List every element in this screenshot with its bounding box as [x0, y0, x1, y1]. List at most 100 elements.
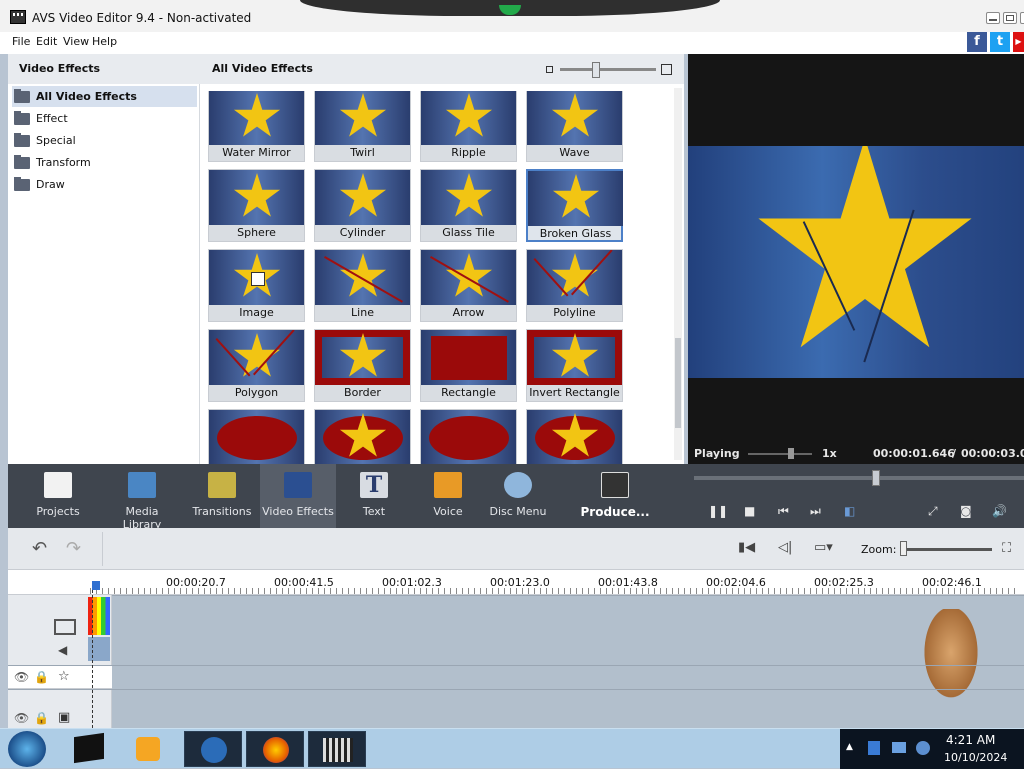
effect-tile-arrow[interactable]: Arrow: [420, 249, 517, 322]
effect-tile-line[interactable]: Line: [314, 249, 411, 322]
effect-tile-ripple[interactable]: Ripple: [420, 91, 517, 162]
effect-tile-polyline[interactable]: Polyline: [526, 249, 623, 322]
menu-help[interactable]: Help: [92, 35, 117, 48]
lock-icon[interactable]: 🔒: [34, 711, 49, 725]
network-icon[interactable]: [892, 742, 906, 753]
effect-tile-twirl[interactable]: Twirl: [314, 91, 411, 162]
tray-expand-icon[interactable]: ▲: [846, 742, 853, 752]
visibility-eye-icon[interactable]: 👁: [14, 670, 29, 684]
effect-tile-image[interactable]: Image: [208, 249, 305, 322]
effect-tile-partial-19[interactable]: [526, 409, 623, 464]
volume-tray-icon[interactable]: [916, 741, 930, 755]
previous-frame-icon[interactable]: ⏮: [778, 504, 789, 519]
effect-tile-polygon[interactable]: Polygon: [208, 329, 305, 402]
projects-button[interactable]: Projects: [30, 464, 86, 528]
youtube-icon[interactable]: ▶: [1013, 32, 1024, 52]
visibility-eye-icon[interactable]: 👁: [14, 711, 29, 725]
close-button[interactable]: [1020, 12, 1024, 24]
category-draw[interactable]: Draw: [12, 174, 197, 195]
playhead-marker[interactable]: [92, 581, 100, 590]
divider: [102, 532, 103, 566]
main-toolbar: Projects Media Library Transitions Video…: [8, 464, 1024, 531]
effect-thumbnail: [527, 410, 622, 464]
effect-tile-glass-tile[interactable]: Glass Tile: [420, 169, 517, 242]
disc-menu-button[interactable]: Disc Menu: [488, 464, 548, 528]
menu-edit[interactable]: Edit: [36, 35, 57, 48]
taskbar-app-icon[interactable]: [74, 732, 104, 764]
effect-tile-partial-18[interactable]: [420, 409, 517, 464]
seek-handle[interactable]: [872, 470, 880, 486]
effect-label: Water Mirror: [222, 146, 291, 159]
minimize-button[interactable]: [986, 12, 1000, 24]
preview-seek-bar[interactable]: [694, 470, 1024, 486]
large-thumbnail-icon[interactable]: [661, 64, 672, 75]
stop-icon[interactable]: ■: [744, 504, 755, 518]
zoom-slider-handle[interactable]: [900, 541, 907, 556]
effect-tile-border[interactable]: Border: [314, 329, 411, 402]
lock-icon[interactable]: 🔒: [34, 670, 49, 684]
storyboard-icon[interactable]: ▮◀: [738, 540, 755, 555]
taskbar-avs-video-editor[interactable]: [308, 731, 366, 767]
clock-time: 4:21 AM: [946, 733, 996, 747]
effect-label: Invert Rectangle: [529, 386, 620, 399]
redo-icon[interactable]: ↷: [66, 538, 81, 559]
effect-tile-water-mirror[interactable]: Water Mirror: [208, 91, 305, 162]
effect-thumbnail: [209, 330, 304, 385]
star-graphic: [233, 333, 281, 377]
effects-scrollbar[interactable]: [674, 88, 682, 460]
effects-category-panel: Video Effects All Video Effects Effect S…: [8, 54, 200, 464]
category-special[interactable]: Special: [12, 130, 197, 151]
effect-tile-partial-17[interactable]: [314, 409, 411, 464]
small-thumbnail-icon[interactable]: [546, 66, 553, 73]
fit-to-window-icon[interactable]: ⛶: [1002, 541, 1011, 556]
maximize-button[interactable]: [1003, 12, 1017, 24]
effect-tile-cylinder[interactable]: Cylinder: [314, 169, 411, 242]
effect-tile-invert-rectangle[interactable]: Invert Rectangle: [526, 329, 623, 402]
category-effect[interactable]: Effect: [12, 108, 197, 129]
effect-tile-broken-glass[interactable]: Broken Glass: [526, 169, 623, 242]
zoom-slider[interactable]: [900, 548, 992, 551]
category-transform[interactable]: Transform: [12, 152, 197, 173]
undo-icon[interactable]: ↶: [32, 538, 47, 559]
timeline-tracks[interactable]: [88, 595, 1024, 728]
speed-slider-handle[interactable]: [788, 448, 794, 459]
thumbnail-size-slider[interactable]: [560, 68, 656, 71]
thumbnail-size-slider-handle[interactable]: [592, 62, 600, 78]
taskbar-firefox[interactable]: [246, 731, 304, 767]
effect-label: Sphere: [237, 226, 276, 239]
volume-icon[interactable]: 🔊: [992, 504, 1007, 518]
facebook-icon[interactable]: f: [967, 32, 987, 52]
category-all-video-effects[interactable]: All Video Effects: [12, 86, 197, 107]
next-frame-icon[interactable]: ⏭: [810, 504, 821, 519]
taskbar-browser-globe[interactable]: [184, 731, 242, 767]
video-effects-button[interactable]: Video Effects: [260, 464, 336, 528]
media-player-icon[interactable]: [136, 737, 160, 761]
voice-button[interactable]: Voice: [422, 464, 474, 528]
twitter-icon[interactable]: t: [990, 32, 1010, 52]
snapshot-icon[interactable]: ◙: [960, 504, 972, 518]
monitor-icon[interactable]: ▭▾: [814, 540, 833, 555]
tray-app-icon[interactable]: [868, 741, 880, 755]
scrollbar-thumb[interactable]: [675, 338, 681, 428]
effect-tile-wave[interactable]: Wave: [526, 91, 623, 162]
effect-tile-rectangle[interactable]: Rectangle: [420, 329, 517, 402]
produce-button[interactable]: Produce...: [580, 464, 650, 528]
overlay-track-icon: ▣: [58, 710, 71, 725]
zoom-label: Zoom:: [861, 543, 897, 556]
fullscreen-icon[interactable]: ⤢: [928, 504, 938, 519]
start-button[interactable]: [8, 731, 46, 767]
effect-tile-sphere[interactable]: Sphere: [208, 169, 305, 242]
timeline-ruler[interactable]: 00:00:20.7 00:00:41.5 00:01:02.3 00:01:23.0…: [8, 570, 1024, 595]
speed-slider[interactable]: [748, 453, 812, 455]
pause-icon[interactable]: ❚❚: [708, 504, 728, 518]
star-icon: [284, 472, 312, 498]
effect-tile-partial-16[interactable]: [208, 409, 305, 464]
text-button[interactable]: T Text: [348, 464, 400, 528]
audio-mute-icon[interactable]: ◀: [58, 643, 67, 657]
audio-mixer-icon[interactable]: ◁|: [778, 540, 792, 555]
media-library-button[interactable]: Media Library: [106, 464, 178, 531]
menu-file[interactable]: File: [12, 35, 30, 48]
transitions-button[interactable]: Transitions: [192, 464, 252, 528]
menu-view[interactable]: View: [63, 35, 89, 48]
split-icon[interactable]: ◧: [844, 504, 855, 518]
